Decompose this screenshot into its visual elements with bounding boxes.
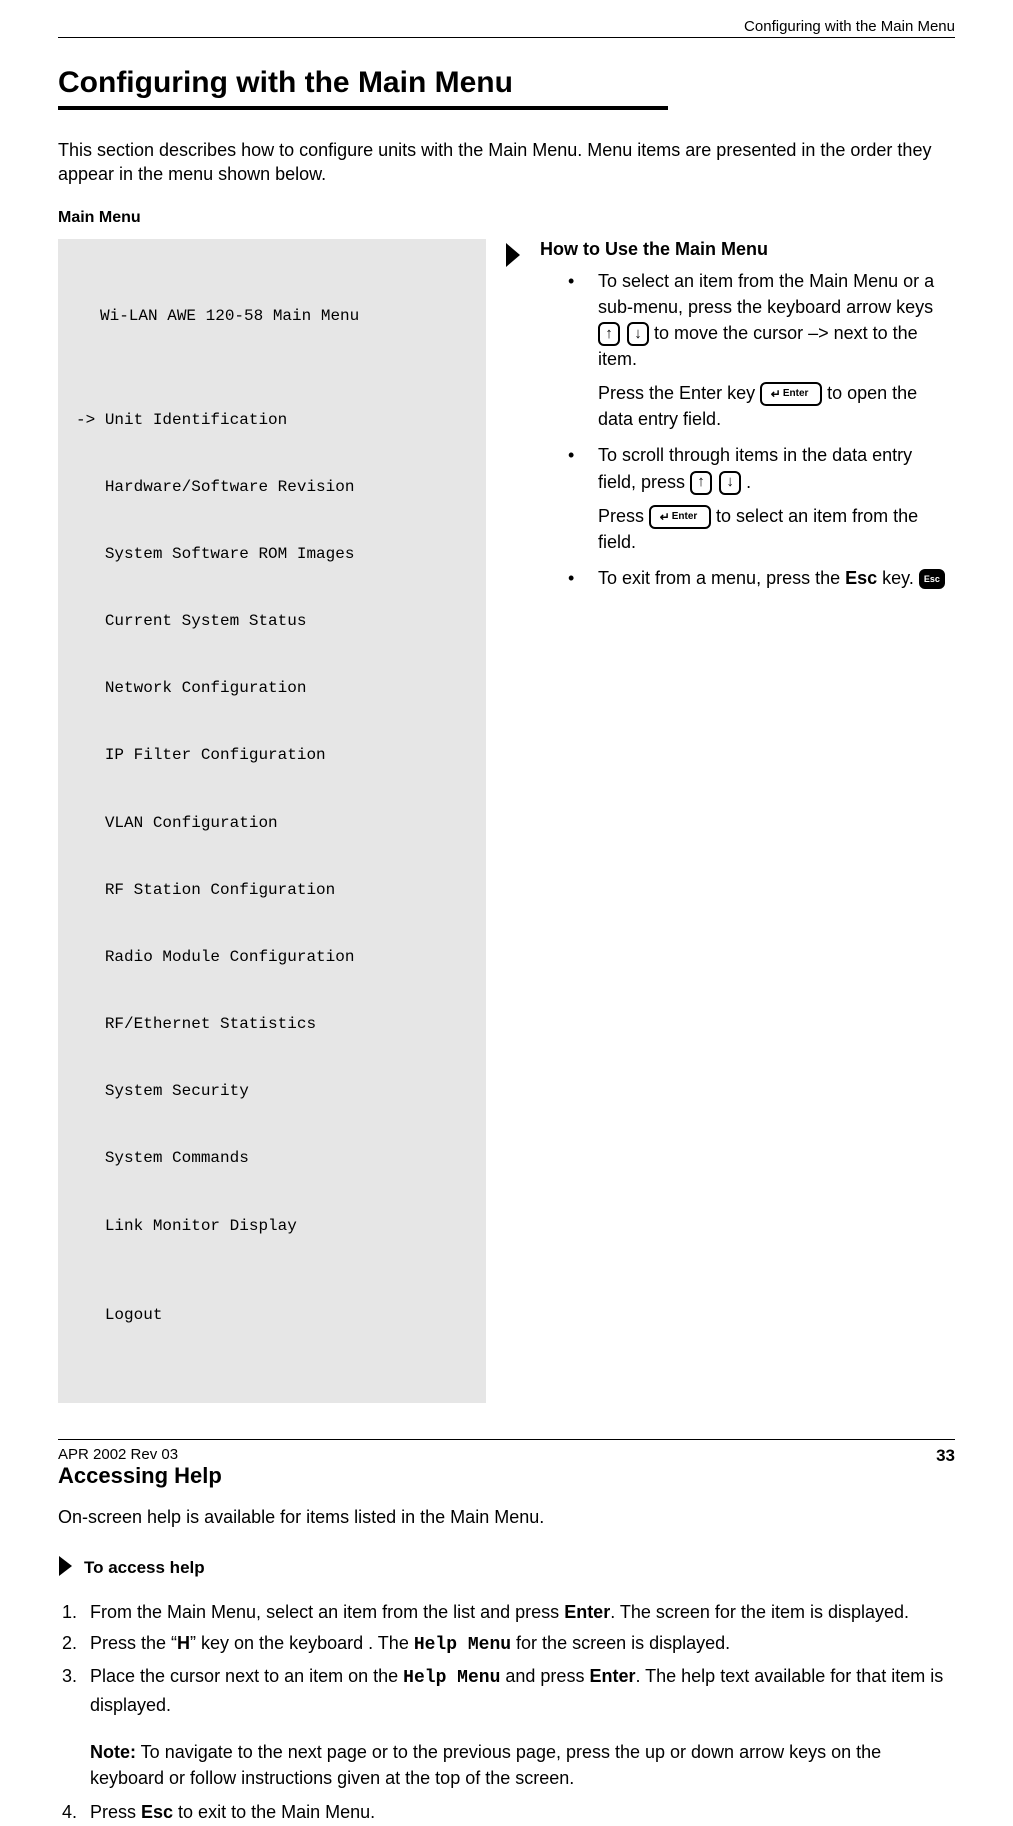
terminal-screenshot: Wi-LAN AWE 120-58 Main Menu -> Unit Iden…	[58, 239, 486, 1403]
pointer-arrow-icon	[504, 241, 522, 274]
procedure-title: To access help	[84, 1558, 205, 1578]
procedure-header: To access help	[58, 1554, 955, 1583]
title-rule	[58, 106, 668, 110]
terminal-title: Wi-LAN AWE 120-58 Main Menu	[68, 305, 476, 327]
terminal-line: -> Unit Identification	[68, 409, 476, 431]
terminal-line: RF/Ethernet Statistics	[68, 1013, 476, 1035]
terminal-line: Current System Status	[68, 610, 476, 632]
terminal-line: Radio Module Configuration	[68, 946, 476, 968]
step: Place the cursor next to an item on the …	[82, 1663, 955, 1719]
terminal-line-logout: Logout	[68, 1304, 476, 1326]
help-intro: On-screen help is available for items li…	[58, 1507, 955, 1528]
terminal-line: Link Monitor Display	[68, 1215, 476, 1237]
step: Press Esc to exit to the Main Menu.	[82, 1799, 955, 1826]
pointer-arrow-icon	[58, 1554, 74, 1583]
main-menu-label: Main Menu	[58, 209, 955, 227]
enter-key-icon: ↵Enter	[649, 505, 711, 529]
terminal-line: System Software ROM Images	[68, 543, 476, 565]
up-arrow-key-icon: ↑	[598, 322, 620, 346]
header-rule	[58, 37, 955, 38]
enter-key-icon: ↵Enter	[760, 382, 822, 406]
down-arrow-key-icon: ↓	[719, 471, 741, 495]
esc-key-icon: Esc	[919, 569, 945, 589]
steps-list-cont: Press Esc to exit to the Main Menu.	[58, 1799, 955, 1826]
how-to-bullet: To exit from a menu, press the Esc key. …	[568, 565, 955, 591]
step: From the Main Menu, select an item from …	[82, 1599, 955, 1626]
terminal-line: RF Station Configuration	[68, 879, 476, 901]
terminal-line: IP Filter Configuration	[68, 744, 476, 766]
step: Press the “H” key on the keyboard . The …	[82, 1630, 955, 1659]
terminal-line: Hardware/Software Revision	[68, 476, 476, 498]
intro-paragraph: This section describes how to configure …	[58, 138, 955, 187]
how-to-box: How to Use the Main Menu To select an it…	[540, 239, 955, 602]
section-heading-help: Accessing Help	[58, 1463, 955, 1489]
terminal-line: System Commands	[68, 1147, 476, 1169]
terminal-line: VLAN Configuration	[68, 812, 476, 834]
note: Note: To navigate to the next page or to…	[90, 1739, 955, 1791]
running-header: Configuring with the Main Menu	[58, 18, 955, 37]
how-to-bullet: To select an item from the Main Menu or …	[568, 268, 955, 433]
footer-rule	[58, 1439, 955, 1440]
page-title: Configuring with the Main Menu	[58, 66, 955, 100]
down-arrow-key-icon: ↓	[627, 322, 649, 346]
terminal-line: System Security	[68, 1080, 476, 1102]
page-number: 33	[936, 1446, 955, 1466]
steps-list: From the Main Menu, select an item from …	[58, 1599, 955, 1719]
how-to-title: How to Use the Main Menu	[540, 239, 955, 260]
up-arrow-key-icon: ↑	[690, 471, 712, 495]
footer-revision: APR 2002 Rev 03	[58, 1446, 178, 1466]
how-to-bullet: To scroll through items in the data entr…	[568, 442, 955, 555]
terminal-line: Network Configuration	[68, 677, 476, 699]
